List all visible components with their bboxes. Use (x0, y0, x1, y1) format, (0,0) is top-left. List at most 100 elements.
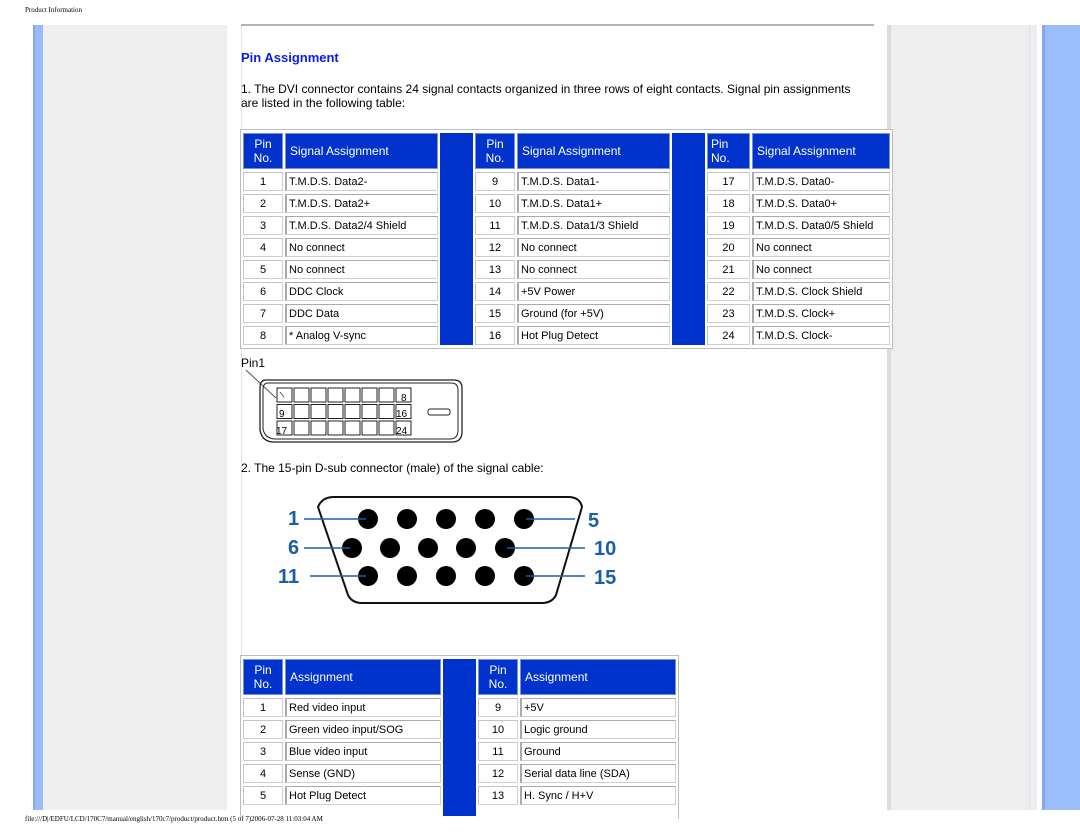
pin-no-header: Pin No. (707, 133, 750, 169)
pin-number: 23 (707, 304, 750, 323)
pin-number: 9 (475, 172, 515, 191)
pin-header-line1: Pin (489, 663, 507, 677)
assignment-header: Assignment (520, 659, 676, 695)
dsub-intro-paragraph: 2. The 15-pin D-sub connector (male) of … (241, 461, 544, 475)
pin-number: 6 (243, 282, 283, 301)
signal-name: No connect (517, 238, 670, 257)
signal-name: Blue video input (285, 742, 441, 761)
signal-name: * Analog V-sync (285, 326, 438, 345)
dsub-pin-4 (475, 509, 495, 529)
signal-name: T.M.D.S. Data2- (285, 172, 438, 191)
dsub-pin-13 (436, 566, 456, 586)
pin-number: 1 (243, 172, 283, 191)
pin-no-header: Pin No. (475, 133, 515, 169)
page-footer-path: file:///D|/EDFU/LCD/170C7/manual/english… (25, 815, 323, 823)
pin-number: 1 (243, 698, 283, 717)
dvi-pin-label-8: 8 (401, 393, 407, 404)
pin-number: 22 (707, 282, 750, 301)
dvi-contact-4 (327, 387, 344, 403)
pin-header-line2: No. (488, 677, 508, 691)
dsub-pin-9 (456, 538, 476, 558)
pin-no-header: Pin No. (478, 659, 518, 695)
signal-name: Logic ground (520, 720, 676, 739)
dsub-label-5: 5 (588, 510, 599, 532)
pin-number: 8 (243, 326, 283, 345)
table-row: 7 DDC Data 15 Ground (for +5V) 23 T.M.D.… (243, 304, 890, 323)
signal-name: No connect (285, 260, 438, 279)
dsub-pin-2 (397, 509, 417, 529)
dsub-pin-3 (436, 509, 456, 529)
signal-name: T.M.D.S. Clock- (752, 326, 890, 345)
pin-number: 12 (478, 764, 518, 783)
signal-name: T.M.D.S. Data0- (752, 172, 890, 191)
signal-name: Ground (520, 742, 676, 761)
signal-name: T.M.D.S. Data2/4 Shield (285, 216, 438, 235)
dvi-contact-10 (293, 404, 310, 419)
column-separator (440, 133, 473, 345)
pin-number: 7 (243, 304, 283, 323)
pin-number: 12 (475, 238, 515, 257)
signal-name: T.M.D.S. Data1+ (517, 194, 670, 213)
signal-assignment-header: Signal Assignment (752, 133, 890, 169)
pin-number: 17 (707, 172, 750, 191)
dvi-contact-14 (361, 404, 378, 419)
table-row: 5 No connect 13 No connect 21 No connect (243, 260, 890, 279)
assignment-header: Assignment (285, 659, 441, 695)
signal-assignment-header: Signal Assignment (517, 133, 670, 169)
signal-name: No connect (752, 260, 890, 279)
dsub-pin-12 (397, 566, 417, 586)
dvi-pin-table: Pin No. Signal Assignment Pin No. Signal A… (240, 129, 893, 349)
signal-name: DDC Data (285, 304, 438, 323)
page-header-text: Product Information (25, 6, 82, 14)
spacer-cell (478, 808, 676, 816)
dvi-contact-21 (344, 420, 361, 436)
top-rule (241, 24, 874, 26)
pin-number: 4 (243, 238, 283, 257)
dvi-contact-18 (293, 420, 310, 436)
signal-name: DDC Clock (285, 282, 438, 301)
pin-number: 13 (475, 260, 515, 279)
pin-no-header: Pin No. (243, 659, 283, 695)
table-row: 6 DDC Clock 14 +5V Power 22 T.M.D.S. Clo… (243, 282, 890, 301)
pin-number: 4 (243, 764, 283, 783)
dvi-connector-diagram: 8 9 16 17 24 (245, 369, 463, 443)
signal-name: T.M.D.S. Data1/3 Shield (517, 216, 670, 235)
right-sidebar-panel (887, 25, 1037, 810)
pin-number: 3 (243, 216, 283, 235)
signal-name: Green video input/SOG (285, 720, 441, 739)
pin-header-line1: Pin (254, 137, 272, 151)
dvi-contact-7 (378, 387, 395, 403)
dvi-contact-13 (344, 404, 361, 419)
pin-header-line1: Pin (711, 137, 729, 151)
pin-number: 2 (243, 194, 283, 213)
signal-name: T.M.D.S. Data0+ (752, 194, 890, 213)
column-separator (443, 659, 476, 816)
signal-name: Ground (for +5V) (517, 304, 670, 323)
pin-number: 19 (707, 216, 750, 235)
pin-header-line2: No. (485, 151, 505, 165)
signal-name: T.M.D.S. Data2+ (285, 194, 438, 213)
signal-name: Serial data line (SDA) (520, 764, 676, 783)
table-row: 3 T.M.D.S. Data2/4 Shield 11 T.M.D.S. Da… (243, 216, 890, 235)
dsub-pin-table: Pin No. Assignment Pin No. Assignment 1 Re… (240, 655, 679, 819)
dvi-contact-2 (293, 387, 310, 403)
right-accent-bar (1042, 25, 1080, 810)
pin-number: 13 (478, 786, 518, 805)
table-row: 8 * Analog V-sync 16 Hot Plug Detect 24 … (243, 326, 890, 345)
signal-name: Hot Plug Detect (517, 326, 670, 345)
dsub-label-11: 11 (278, 566, 299, 588)
pin-number: 9 (478, 698, 518, 717)
pin-no-header: Pin No. (243, 133, 283, 169)
left-sidebar-panel (43, 25, 227, 810)
signal-name: +5V (520, 698, 676, 717)
dvi-pin-label-9: 9 (279, 409, 285, 420)
dvi-contact-12 (327, 404, 344, 419)
signal-name: H. Sync / H+V (520, 786, 676, 805)
dsub-connector-diagram: 1 6 11 5 10 15 (278, 496, 616, 604)
signal-name: Sense (GND) (285, 764, 441, 783)
pin-number: 2 (243, 720, 283, 739)
table-header-row: Pin No. Signal Assignment Pin No. Signal A… (243, 133, 890, 345)
dvi-contact-20 (327, 420, 344, 436)
pin-header-line1: Pin (254, 663, 272, 677)
dvi-contact-19 (310, 420, 327, 436)
